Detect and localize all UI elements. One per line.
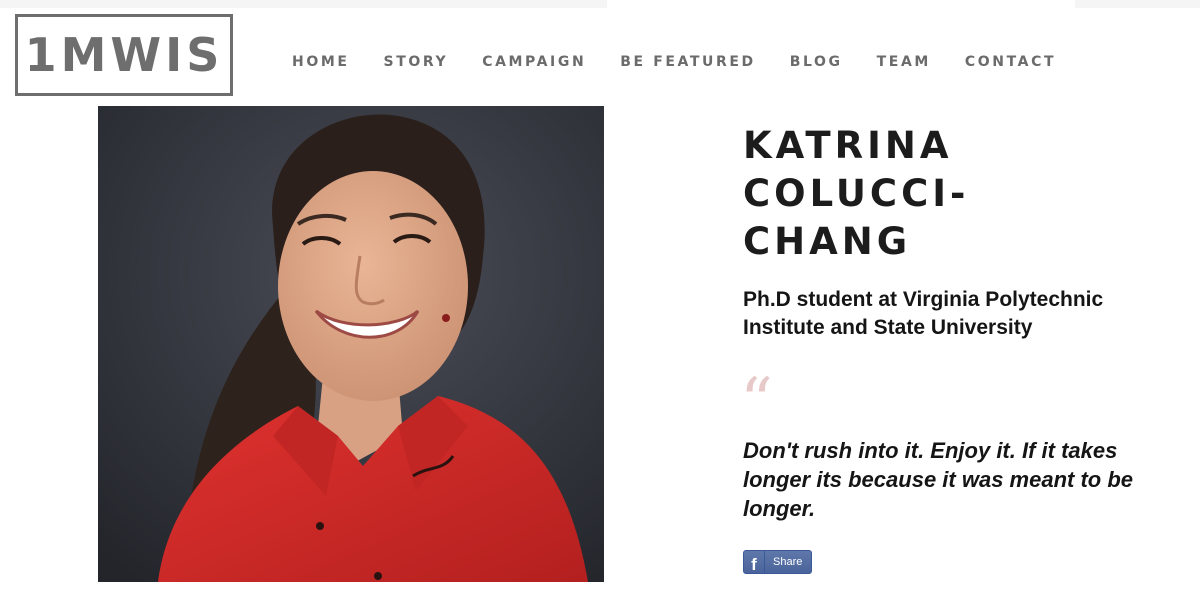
top-strip	[1075, 0, 1200, 8]
name-line: COLUCCI-	[743, 172, 970, 215]
nav-blog[interactable]: BLOG	[790, 52, 843, 72]
subtitle-line: Ph.D student at Virginia Polytechnic	[743, 288, 1104, 311]
quote-mark-icon: “	[740, 365, 773, 439]
site-logo[interactable]: 1MWIS	[15, 14, 233, 96]
profile-quote: Don't rush into it. Enjoy it. If it take…	[743, 436, 1183, 523]
facebook-share-button[interactable]: f Share	[743, 550, 812, 574]
top-strip	[0, 0, 607, 8]
logo-text: 1MWIS	[24, 28, 224, 82]
profile-photo	[98, 106, 604, 582]
subtitle-line: Institute and State University	[743, 316, 1033, 339]
nav-team[interactable]: TEAM	[877, 52, 931, 72]
profile-subtitle: Ph.D student at Virginia Polytechnic Ins…	[743, 286, 1173, 342]
nav-home[interactable]: HOME	[292, 52, 350, 72]
quote-line: longer its because it was meant to be	[743, 467, 1133, 492]
portrait-image	[98, 106, 604, 582]
main-nav: HOME STORY CAMPAIGN BE FEATURED BLOG TEA…	[292, 52, 1090, 72]
profile-name: KATRINA COLUCCI- CHANG	[743, 122, 1003, 266]
quote-line: longer.	[743, 496, 816, 521]
name-line: CHANG	[743, 220, 912, 263]
quote-line: Don't rush into it. Enjoy it. If it take…	[743, 438, 1118, 463]
facebook-icon: f	[744, 551, 765, 573]
nav-contact[interactable]: CONTACT	[965, 52, 1056, 72]
name-line: KATRINA	[743, 124, 953, 167]
nav-be-featured[interactable]: BE FEATURED	[620, 52, 755, 72]
share-label: Share	[773, 556, 803, 568]
nav-story[interactable]: STORY	[384, 52, 449, 72]
nav-campaign[interactable]: CAMPAIGN	[482, 52, 586, 72]
